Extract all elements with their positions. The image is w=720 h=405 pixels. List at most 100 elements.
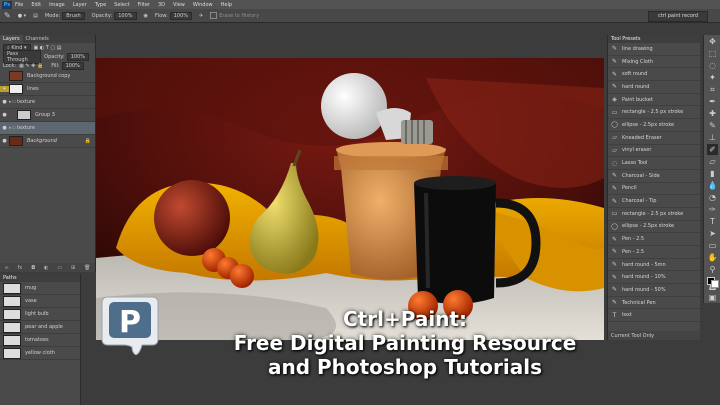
brush-tool-icon[interactable]: ✎: [4, 11, 11, 20]
fx-icon[interactable]: fx: [18, 265, 23, 271]
link-icon[interactable]: ∞: [4, 265, 8, 271]
move-tool-icon[interactable]: ✥: [707, 36, 718, 47]
erase-history-checkbox[interactable]: [210, 12, 218, 19]
lock-icons[interactable]: ▦ ✎ ✥ 🔒: [19, 63, 43, 69]
stamp-tool-icon[interactable]: ⊥: [707, 132, 718, 143]
pen-tool-icon[interactable]: ✑: [707, 204, 718, 215]
path-select-icon[interactable]: ➤: [707, 228, 718, 239]
menu-image[interactable]: Image: [49, 2, 65, 8]
menu-window[interactable]: Window: [193, 2, 213, 8]
still-life-painting: [96, 58, 604, 340]
screen-mode-icon[interactable]: ▣: [707, 292, 718, 303]
marquee-tool-icon[interactable]: ⬚: [707, 48, 718, 59]
layer-row[interactable]: ● Group 3: [0, 109, 95, 122]
tool-preset-item[interactable]: ✎ Charcoal - Side: [608, 170, 700, 183]
visibility-icon[interactable]: ●: [0, 138, 9, 144]
tool-preset-item[interactable]: ◈ Paint bucket: [608, 94, 700, 107]
document-tab[interactable]: ctrl paint record: [648, 11, 708, 22]
path-item[interactable]: yellow cloth: [0, 347, 80, 360]
path-item[interactable]: mug: [0, 282, 80, 295]
group-icon[interactable]: ▭: [57, 265, 62, 271]
lasso-tool-icon[interactable]: ◌: [707, 60, 718, 71]
flow-field[interactable]: 100%: [169, 11, 193, 20]
zoom-tool-icon[interactable]: ⚲: [707, 264, 718, 275]
path-item[interactable]: vase: [0, 295, 80, 308]
tool-preset-item[interactable]: ▱ vinyl eraser: [608, 145, 700, 158]
menu-3d[interactable]: 3D: [158, 2, 165, 8]
layer-row[interactable]: ● ▸▭ texture: [0, 96, 95, 109]
tool-preset-item[interactable]: ◌ Lasso Tool: [608, 157, 700, 170]
tool-preset-item[interactable]: ▱ Kneaded Eraser: [608, 132, 700, 145]
gradient-tool-icon[interactable]: ▮: [707, 168, 718, 179]
menu-view[interactable]: View: [173, 2, 185, 8]
menu-help[interactable]: Help: [221, 2, 232, 8]
path-name: pear and apple: [25, 324, 63, 330]
menu-filter[interactable]: Filter: [138, 2, 150, 8]
type-tool-icon[interactable]: T: [707, 216, 718, 227]
mode-select[interactable]: Brush: [62, 11, 85, 20]
tool-preset-item[interactable]: ◯ ellipse - 2.5px stroke: [608, 119, 700, 132]
history-brush-icon[interactable]: ✐: [707, 144, 718, 155]
visibility-icon[interactable]: •: [0, 86, 9, 92]
fill-field[interactable]: 100%: [61, 61, 84, 70]
adjustment-icon[interactable]: ◐: [44, 265, 48, 271]
trash-icon[interactable]: 🗑: [84, 265, 90, 271]
tool-preset-item[interactable]: ▭ rectangle - 2.5 px stroke: [608, 208, 700, 221]
visibility-icon[interactable]: ●: [0, 99, 9, 105]
pressure-opacity-icon[interactable]: ◉: [144, 13, 148, 19]
path-item[interactable]: light bulb: [0, 308, 80, 321]
dodge-tool-icon[interactable]: ◔: [707, 192, 718, 203]
color-swatches-icon[interactable]: [707, 276, 719, 288]
airbrush-icon[interactable]: ✈: [199, 13, 203, 19]
blend-mode-select[interactable]: Pass Through: [3, 49, 42, 64]
menu-edit[interactable]: Edit: [31, 2, 41, 8]
menu-file[interactable]: File: [15, 2, 23, 8]
tool-preset-item[interactable]: ✎ hard round - 50%: [608, 284, 700, 297]
tool-preset-item[interactable]: ✎ soft round: [608, 68, 700, 82]
menu-select[interactable]: Select: [114, 2, 129, 8]
menu-layer[interactable]: Layer: [73, 2, 87, 8]
tool-preset-item[interactable]: ✎ line drawing: [608, 43, 700, 56]
tool-preset-item[interactable]: ▭ rectangle - 2.5 px stroke: [608, 106, 700, 120]
path-item[interactable]: tomatoes: [0, 334, 80, 347]
tool-preset-item[interactable]: ✎ Pen - 2.5: [608, 246, 700, 259]
tool-preset-item[interactable]: ✎ Mixing Cloth: [608, 56, 700, 69]
layer-row[interactable]: ● Background 🔒: [0, 135, 95, 148]
tool-preset-item[interactable]: ✎ Pencil: [608, 183, 700, 196]
document-canvas[interactable]: [96, 58, 604, 340]
brush-tool-icon[interactable]: ✎: [707, 120, 718, 131]
tool-preset-item[interactable]: ✎ hard round - 10%: [608, 271, 700, 285]
blur-tool-icon[interactable]: 💧: [707, 180, 718, 191]
layer-opacity-field[interactable]: 100%: [66, 52, 89, 61]
hand-tool-icon[interactable]: ✋: [707, 252, 718, 263]
tab-layers[interactable]: Layers: [0, 35, 23, 43]
brush-preset-picker[interactable]: ● ▾: [18, 13, 26, 19]
crop-tool-icon[interactable]: ⌗: [707, 84, 718, 95]
preset-label: ellipse - 2.5px stroke: [622, 121, 675, 128]
eraser-tool-icon[interactable]: ▱: [707, 156, 718, 167]
tool-preset-item[interactable]: ✎ Pen - 2.5: [608, 233, 700, 246]
layer-row-selected[interactable]: ● ▸▭ texture: [0, 122, 95, 135]
tool-preset-item[interactable]: ◯ ellipse - 2.5px stroke: [608, 221, 700, 234]
quick-select-tool-icon[interactable]: ✦: [707, 72, 718, 83]
layer-row[interactable]: Background copy: [0, 70, 95, 83]
layer-row[interactable]: • lines: [0, 83, 95, 96]
preset-brush-icon: ✎: [611, 184, 618, 192]
visibility-icon[interactable]: ●: [0, 112, 9, 118]
visibility-icon[interactable]: ●: [0, 125, 9, 131]
path-item[interactable]: pear and apple: [0, 321, 80, 334]
mask-icon[interactable]: ◘: [31, 265, 35, 271]
eyedropper-tool-icon[interactable]: ✒: [707, 96, 718, 107]
menu-type[interactable]: Type: [95, 2, 106, 8]
preset-brush-icon: ▱: [612, 146, 617, 154]
tab-channels[interactable]: Channels: [23, 35, 52, 43]
tool-preset-item[interactable]: ✎ Charcoal - Tip: [608, 195, 700, 208]
preset-brush-icon: ▭: [611, 108, 618, 116]
shape-tool-icon[interactable]: ▭: [707, 240, 718, 251]
new-layer-icon[interactable]: ⊞: [71, 265, 75, 271]
tool-preset-item[interactable]: ✎ hard round - 5mn: [608, 259, 700, 272]
brush-panel-icon[interactable]: ▤: [33, 13, 38, 19]
opacity-field[interactable]: 100%: [114, 11, 137, 20]
tool-preset-item[interactable]: ✎ hard round: [608, 81, 700, 94]
healing-tool-icon[interactable]: ✚: [707, 108, 718, 119]
